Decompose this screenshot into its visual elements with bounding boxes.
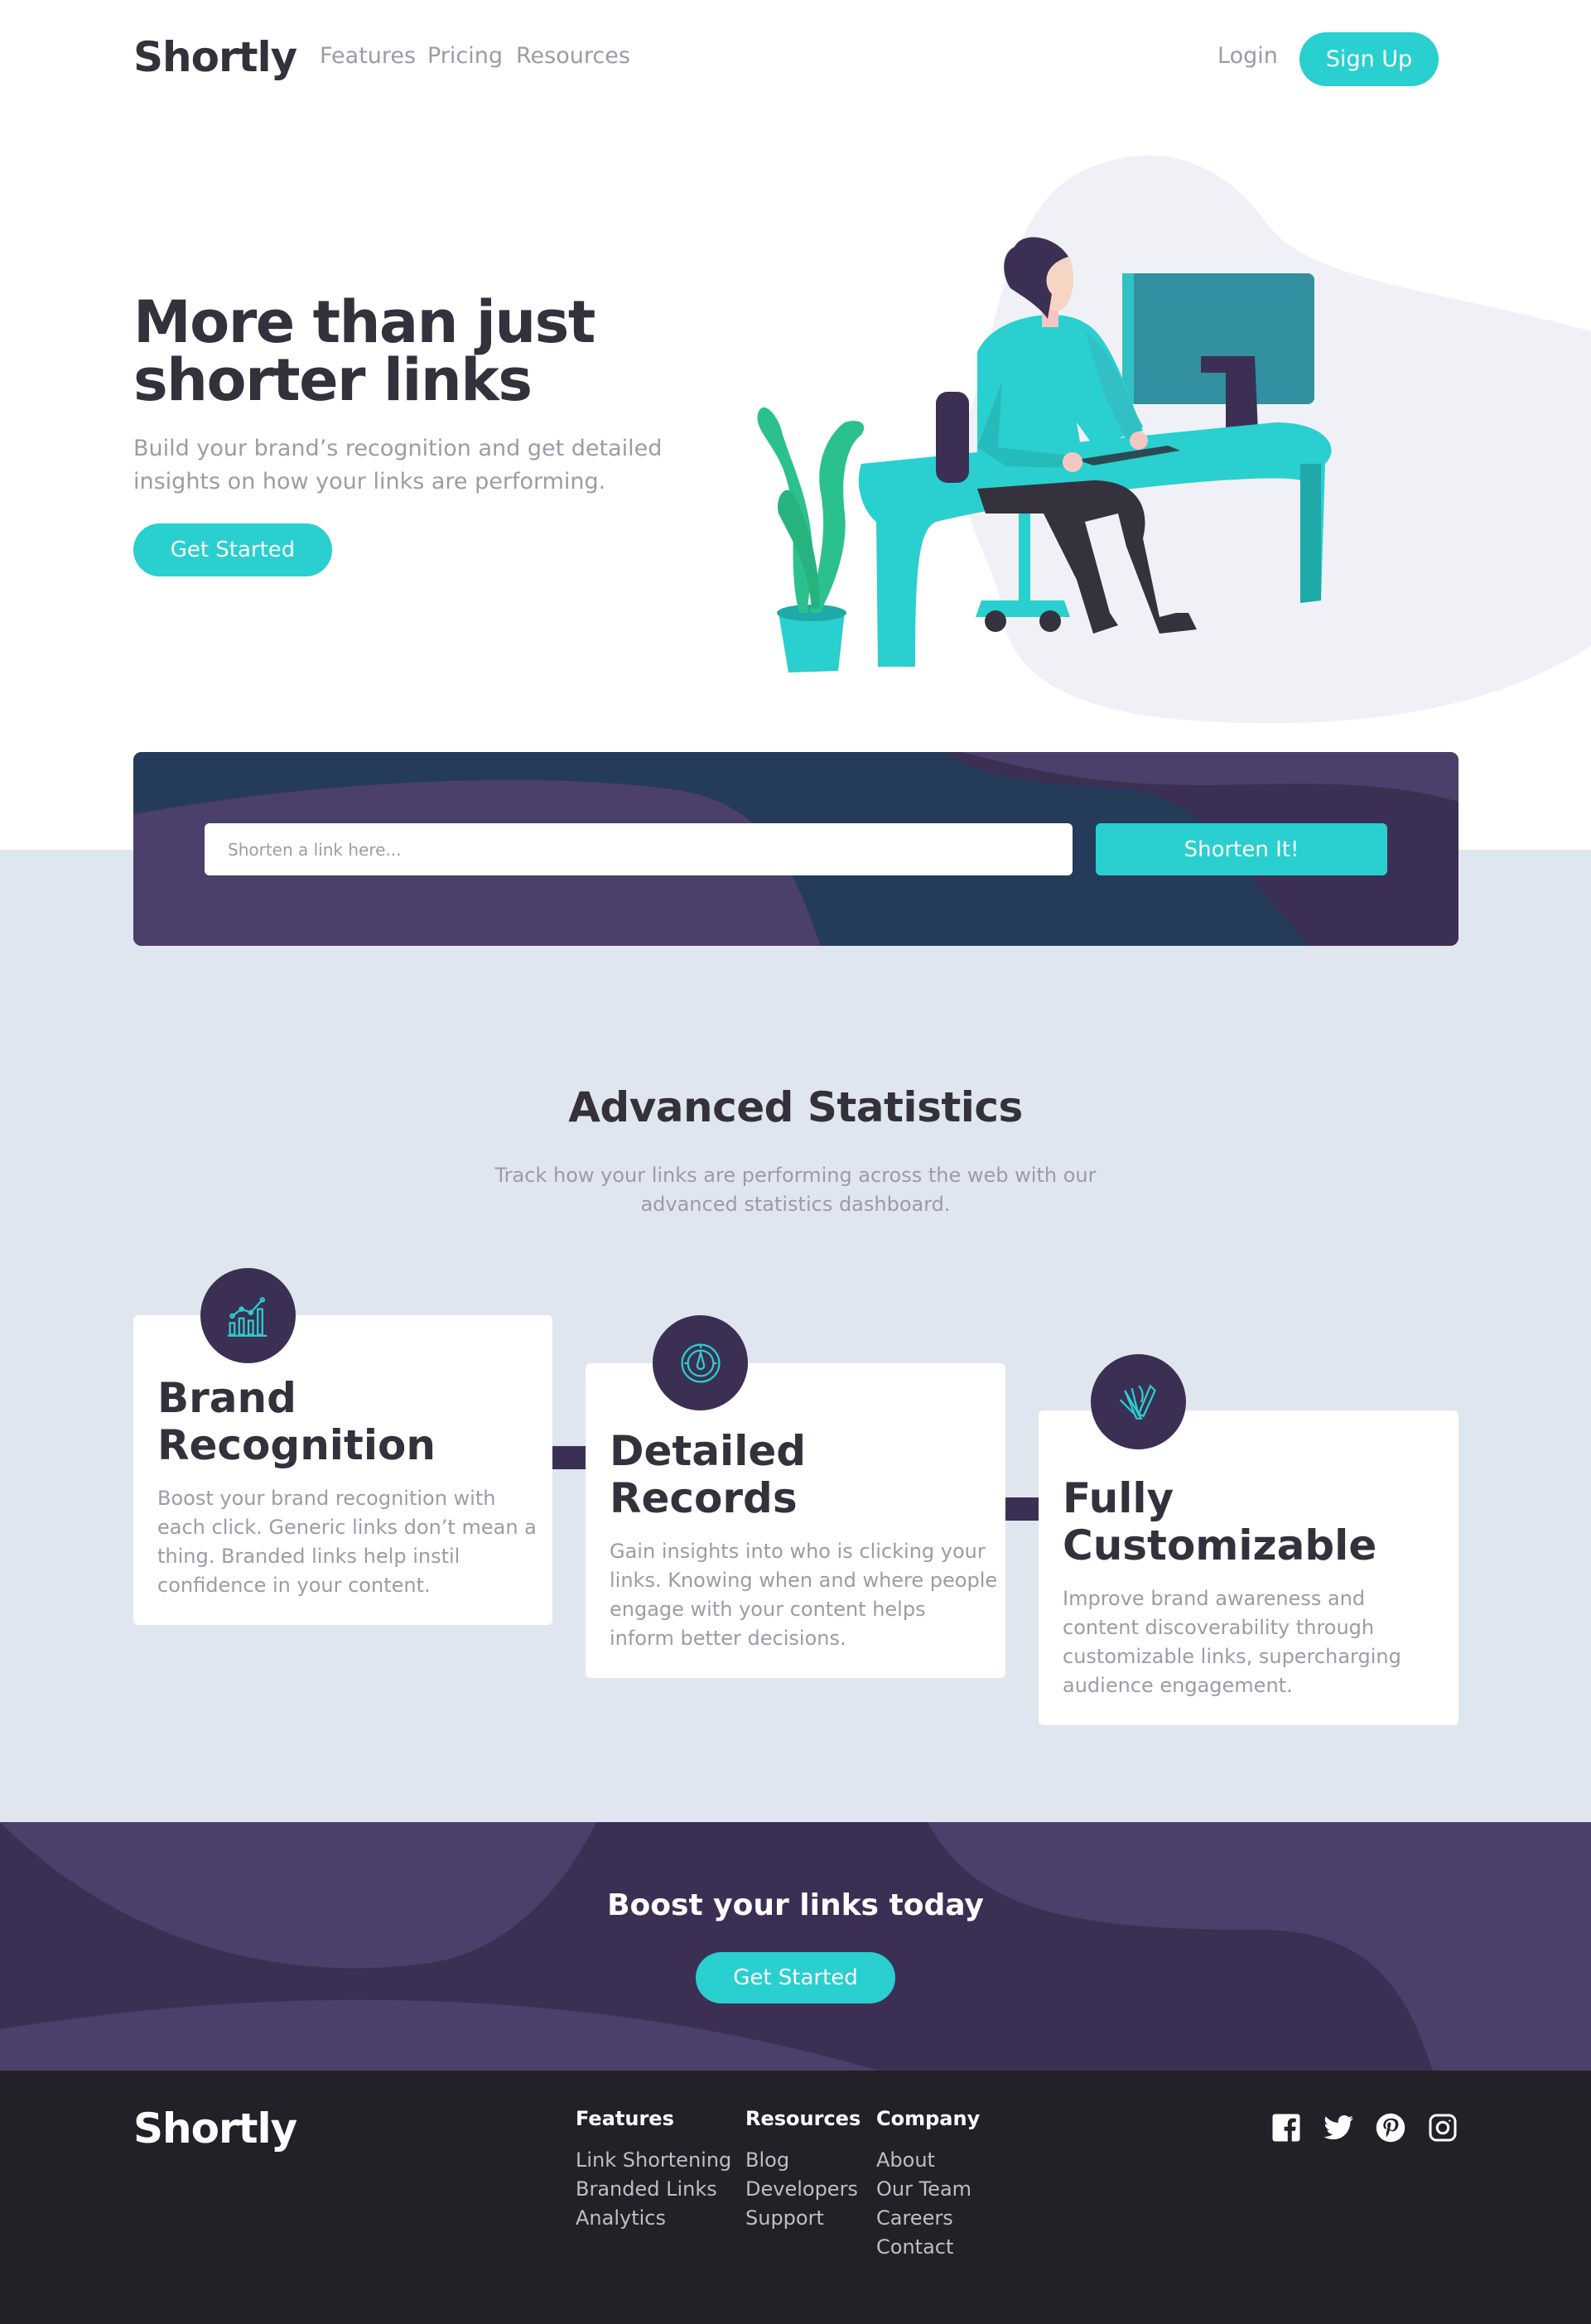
footer-link[interactable]: Support (745, 2204, 861, 2233)
card-text-line: links. Knowing when and where people (610, 1569, 998, 1592)
footer-column-resources: Resources Blog Developers Support (745, 2107, 861, 2233)
twitter-icon[interactable] (1323, 2112, 1354, 2143)
feature-card-brand-recognition: Brand Recognition Boost your brand recog… (133, 1315, 552, 1625)
boost-section: Boost your links today Get Started (0, 1822, 1591, 2071)
card-connector (1005, 1497, 1039, 1521)
footer-column-title: Company (876, 2107, 981, 2130)
card-title-line2: Records (610, 1474, 798, 1522)
pinterest-icon[interactable] (1375, 2112, 1406, 2143)
logo[interactable]: Shortly (133, 30, 297, 84)
card-text-line: thing. Branded links help instil (157, 1545, 460, 1568)
footer-link[interactable]: Developers (745, 2175, 861, 2204)
card-connector (552, 1446, 586, 1469)
card-text-line: customizable links, supercharging (1063, 1645, 1401, 1668)
hero-title-line2: shorter links (133, 346, 533, 414)
footer-column-features: Features Link Shortening Branded Links A… (576, 2107, 731, 2233)
signup-button[interactable]: Sign Up (1299, 32, 1439, 86)
nav-link-pricing[interactable]: Pricing (427, 43, 503, 69)
card-text-line: each click. Generic links don’t mean a (157, 1516, 537, 1539)
card-title-line1: Brand (157, 1374, 297, 1422)
boost-title: Boost your links today (607, 1888, 984, 1922)
footer-link[interactable]: Blog (745, 2146, 861, 2175)
card-title-line1: Detailed (610, 1427, 807, 1475)
chair-back (936, 392, 969, 483)
card-text-line: content discoverability through (1063, 1616, 1375, 1639)
card-title-line2: Customizable (1063, 1521, 1377, 1569)
gauge-icon (653, 1315, 748, 1410)
nav-link-features[interactable]: Features (320, 43, 416, 69)
boost-background-pattern (0, 1822, 1591, 2071)
footer-link[interactable]: Link Shortening (576, 2146, 731, 2175)
working-illustration (757, 155, 1591, 724)
card-text-line: Gain insights into who is clicking your (610, 1540, 986, 1563)
footer-link[interactable]: Contact (876, 2233, 980, 2262)
shorten-form: Shorten It! (133, 752, 1458, 946)
card-text-line: inform better decisions. (610, 1627, 846, 1650)
card-text-line: engage with your content helps (610, 1598, 926, 1621)
statistics-subtitle-line1: Track how your links are performing acro… (494, 1164, 1097, 1187)
chart-icon (200, 1268, 296, 1363)
hero-get-started-button[interactable]: Get Started (133, 523, 332, 576)
footer-link[interactable]: Analytics (576, 2204, 731, 2233)
footer-logo[interactable]: Shortly (133, 2105, 297, 2153)
footer-link[interactable]: Careers (876, 2204, 980, 2233)
card-title-line1: Fully (1063, 1474, 1174, 1522)
statistics-subtitle-line2: advanced statistics dashboard. (640, 1193, 951, 1216)
card-text-line: Boost your brand recognition with (157, 1487, 496, 1510)
feature-card-detailed-records: Detailed Records Gain insights into who … (586, 1363, 1005, 1678)
statistics-title: Advanced Statistics (568, 1083, 1023, 1131)
hero-subtitle-line2: insights on how your links are performin… (133, 469, 606, 494)
hero-title-line1: More than just (133, 288, 595, 356)
footer-link[interactable]: Our Team (876, 2175, 980, 2204)
footer-link[interactable]: About (876, 2146, 980, 2175)
shorten-input[interactable] (205, 823, 1073, 875)
footer-column-company: Company About Our Team Careers Contact (876, 2107, 980, 2262)
facebook-icon[interactable] (1270, 2112, 1302, 2143)
instagram-icon[interactable] (1427, 2112, 1458, 2143)
nav-link-resources[interactable]: Resources (516, 43, 630, 69)
footer-column-title: Features (576, 2107, 674, 2130)
card-text-line: confidence in your content. (157, 1574, 431, 1597)
card-text-line: audience engagement. (1063, 1674, 1293, 1697)
footer-link[interactable]: Branded Links (576, 2175, 731, 2204)
brushes-icon (1091, 1354, 1186, 1449)
login-link[interactable]: Login (1217, 43, 1278, 69)
hero-subtitle-line1: Build your brand’s recognition and get d… (133, 436, 663, 461)
shorten-button[interactable]: Shorten It! (1096, 823, 1387, 875)
card-text-line: Improve brand awareness and (1063, 1587, 1366, 1610)
site-footer: Shortly Features Link Shortening Branded… (0, 2071, 1591, 2324)
footer-column-title: Resources (745, 2107, 861, 2130)
feature-card-fully-customizable: Fully Customizable Improve brand awarene… (1039, 1410, 1458, 1725)
boost-get-started-button[interactable]: Get Started (696, 1952, 895, 2003)
card-title-line2: Recognition (157, 1421, 436, 1469)
